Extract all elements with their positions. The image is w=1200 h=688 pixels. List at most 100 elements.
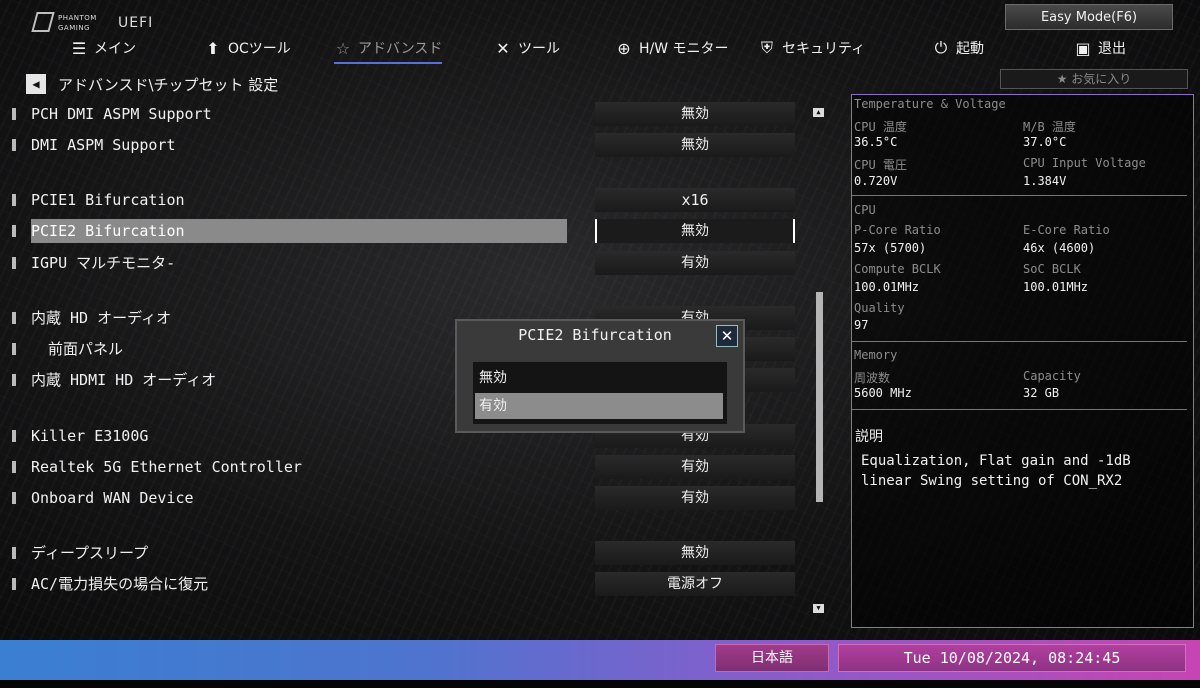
power-icon: ⏻ [934,38,948,57]
main-nav: ☰ メイン ⬆ OCツール ☆ アドバンスド ✕ ツール ⊕ H/W モニター … [0,34,1200,64]
description-title: 説明 [855,429,883,445]
setting-row[interactable]: PCIE1 Bifurcation x16 [12,188,802,212]
setting-row[interactable]: IGPU マルチモニタ- 有効 [12,251,802,275]
cpu-temp-label: CPU 温度 [854,120,907,134]
tv-title: Temperature & Voltage [854,97,1006,111]
setting-value[interactable]: 有効 [595,486,795,510]
ecore-label: E-Core Ratio [1023,223,1110,237]
status-bar: 日本語 Tue 10/08/2024, 08:24:45 [0,640,1200,688]
setting-value[interactable]: 有効 [595,251,795,275]
divider [852,341,1187,342]
cbclk-value: 100.01MHz [854,280,920,294]
option-disabled[interactable]: 無効 [475,365,723,391]
tab-advanced[interactable]: ☆ アドバンスド [334,34,443,64]
row-bullet [12,257,16,269]
setting-label: 前面パネル [48,340,124,358]
option-list: 無効 有効 [473,362,727,424]
cpu-temp-value: 36.5°C [854,135,898,149]
setting-label: PCIE1 Bifurcation [31,191,185,209]
tab-oc-tools-label: OCツール [228,41,291,57]
cpu-input-label: CPU Input Voltage [1023,156,1146,170]
setting-label: DMI ASPM Support [31,136,176,154]
tab-main[interactable]: ☰ メイン [70,34,136,62]
setting-label: ディープスリープ [31,544,149,562]
dialog-title: PCIE2 Bifurcation [518,326,672,344]
breadcrumb-text: アドバンスド\チップセット 設定 [58,75,279,94]
list-icon: ☰ [71,38,87,58]
tab-tools[interactable]: ✕ ツール [494,34,560,62]
description-text: Equalization, Flat gain and -1dB linear … [861,453,1131,489]
logo-mark-icon [31,12,55,32]
setting-value[interactable]: 電源オフ [595,572,795,596]
cpu-input-value: 1.384V [1023,174,1067,188]
setting-value[interactable]: 有効 [595,455,795,479]
row-bullet [12,139,16,151]
setting-label: Realtek 5G Ethernet Controller [31,458,302,476]
cpu-volt-value: 0.720V [854,174,898,188]
star-icon: ☆ [335,38,351,58]
setting-label: Killer E3100G [31,427,149,445]
tab-security[interactable]: ⛨ セキュリティ [758,34,865,62]
mb-temp-label: M/B 温度 [1023,120,1076,134]
setting-row-selected[interactable]: PCIE2 Bifurcation 無効 [12,219,802,243]
setting-row[interactable]: Realtek 5G Ethernet Controller 有効 [12,455,802,479]
setting-value[interactable]: x16 [595,188,795,212]
tab-hw-monitor[interactable]: ⊕ H/W モニター [615,34,728,62]
back-arrow-icon[interactable]: ◀ [26,74,46,94]
pcore-value: 57x (5700) [854,241,927,255]
datetime-display[interactable]: Tue 10/08/2024, 08:24:45 [838,644,1186,672]
tab-tools-label: ツール [518,41,560,57]
setting-label: 内蔵 HDMI HD オーディオ [31,371,217,389]
easy-mode-button[interactable]: Easy Mode(F6) [1005,4,1173,30]
row-bullet [12,374,16,386]
row-bullet [12,547,16,559]
setting-row[interactable]: Onboard WAN Device 有効 [12,486,802,510]
tab-exit[interactable]: ▣ 退出 [1074,34,1126,62]
setting-row[interactable]: DMI ASPM Support 無効 [12,133,802,157]
pcore-label: P-Core Ratio [854,223,941,237]
row-bullet [12,461,16,473]
exit-icon: ▣ [1075,38,1091,58]
row-bullet [12,312,16,324]
row-bullet [12,492,16,504]
setting-label: AC/電力損失の場合に復元 [31,575,209,593]
quality-label: Quality [854,301,905,315]
tools-icon: ✕ [496,38,510,58]
favorites-button[interactable]: ★ お気に入り [1000,69,1188,89]
setting-label: IGPU マルチモニタ- [31,254,176,272]
logo-text-2: GAMING [58,24,90,32]
hw-info-panel: Temperature & Voltage CPU 温度 36.5°C M/B … [851,94,1194,628]
cpu-section-title: CPU [854,203,876,217]
setting-label: 内蔵 HD オーディオ [31,309,172,327]
setting-value[interactable]: 無効 [595,219,795,243]
row-bullet [12,225,16,237]
tab-boot-label: 起動 [956,41,984,57]
ecore-value: 46x (4600) [1023,241,1096,255]
rocket-icon: ⬆ [206,38,220,58]
crosshair-icon: ⊕ [617,38,631,58]
divider [852,195,1187,196]
language-button[interactable]: 日本語 [715,644,829,672]
setting-label: PCH DMI ASPM Support [31,105,212,123]
shield-icon: ⛨ [760,38,773,57]
tab-advanced-label: アドバンスド [358,41,443,57]
scroll-down-icon[interactable]: ▼ [813,604,824,613]
setting-row[interactable]: ディープスリープ 無効 [12,541,802,565]
cpu-volt-label: CPU 電圧 [854,158,907,172]
scrollbar-thumb[interactable] [816,292,823,502]
tab-security-label: セキュリティ [782,41,866,57]
setting-row[interactable]: PCH DMI ASPM Support 無効 [12,102,802,126]
close-icon[interactable]: ✕ [716,325,738,347]
row-bullet [12,108,16,120]
scroll-up-icon[interactable]: ▲ [813,108,824,117]
setting-value[interactable]: 無効 [595,133,795,157]
option-enabled[interactable]: 有効 [475,393,723,419]
row-bullet [12,578,16,590]
setting-value[interactable]: 無効 [595,102,795,126]
setting-value[interactable]: 無効 [595,541,795,565]
tab-boot[interactable]: ⏻ 起動 [932,34,984,62]
setting-row[interactable]: AC/電力損失の場合に復元 電源オフ [12,572,802,596]
capacity-label: Capacity [1023,369,1081,383]
tab-oc-tools[interactable]: ⬆ OCツール [204,34,291,62]
bifurcation-dialog: PCIE2 Bifurcation ✕ 無効 有効 [455,319,745,433]
